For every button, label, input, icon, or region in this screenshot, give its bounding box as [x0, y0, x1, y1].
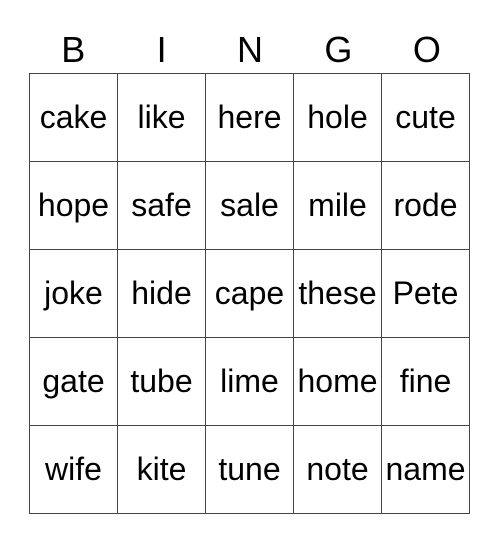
- bingo-cell[interactable]: wife: [29, 425, 118, 514]
- cell-word: safe: [131, 187, 192, 223]
- cell-word: these: [298, 275, 377, 311]
- bingo-grid: cake like here hole cute hope safe sale mile rode…: [29, 73, 470, 514]
- header-letter: G: [324, 29, 353, 70]
- cell-word: Pete: [392, 275, 459, 311]
- bingo-cell[interactable]: home: [293, 337, 382, 426]
- cell-word: kite: [136, 451, 187, 487]
- cell-word: joke: [44, 275, 103, 311]
- grid-row: joke hide cape these Pete: [29, 249, 470, 338]
- bingo-cell[interactable]: hope: [29, 161, 118, 250]
- cell-word: tune: [218, 451, 281, 487]
- bingo-cell[interactable]: fine: [381, 337, 470, 426]
- bingo-cell[interactable]: tube: [117, 337, 206, 426]
- cell-word: gate: [42, 363, 105, 399]
- grid-row: cake like here hole cute: [29, 73, 470, 162]
- bingo-cell[interactable]: lime: [205, 337, 294, 426]
- header-letter: I: [156, 29, 167, 70]
- cell-word: cape: [214, 275, 285, 311]
- cell-word: mile: [308, 187, 367, 223]
- bingo-cell[interactable]: mile: [293, 161, 382, 250]
- cell-word: cake: [39, 99, 108, 135]
- bingo-cell[interactable]: kite: [117, 425, 206, 514]
- cell-word: wife: [45, 451, 102, 487]
- bingo-cell[interactable]: these: [293, 249, 382, 338]
- grid-row: hope safe sale mile rode: [29, 161, 470, 250]
- bingo-cell[interactable]: tune: [205, 425, 294, 514]
- bingo-cell[interactable]: note: [293, 425, 382, 514]
- cell-word: like: [137, 99, 186, 135]
- bingo-cell[interactable]: Pete: [381, 249, 470, 338]
- bingo-cell[interactable]: cape: [205, 249, 294, 338]
- cell-word: tube: [130, 363, 193, 399]
- header-letter: B: [61, 29, 86, 70]
- cell-word: lime: [220, 363, 279, 399]
- bingo-cell[interactable]: safe: [117, 161, 206, 250]
- bingo-cell[interactable]: hole: [293, 73, 382, 162]
- cell-word: note: [306, 451, 369, 487]
- cell-word: sale: [220, 187, 279, 223]
- cell-word: hole: [307, 99, 368, 135]
- grid-row: wife kite tune note name: [29, 425, 470, 514]
- cell-word: hope: [37, 187, 110, 223]
- cell-word: home: [297, 363, 378, 399]
- cell-word: rode: [393, 187, 458, 223]
- header-letter: O: [412, 29, 441, 70]
- bingo-cell[interactable]: hide: [117, 249, 206, 338]
- grid-row: gate tube lime home fine: [29, 337, 470, 426]
- bingo-cell[interactable]: rode: [381, 161, 470, 250]
- bingo-cell[interactable]: cake: [29, 73, 118, 162]
- bingo-cell[interactable]: name: [381, 425, 470, 514]
- bingo-cell[interactable]: cute: [381, 73, 470, 162]
- bingo-header: B I N G O: [29, 28, 471, 72]
- cell-word: hide: [131, 275, 192, 311]
- bingo-cell[interactable]: gate: [29, 337, 118, 426]
- cell-word: name: [385, 451, 466, 487]
- bingo-cell[interactable]: sale: [205, 161, 294, 250]
- cell-word: here: [217, 99, 282, 135]
- bingo-cell[interactable]: like: [117, 73, 206, 162]
- header-letter: N: [237, 29, 264, 70]
- cell-word: cute: [395, 99, 456, 135]
- cell-word: fine: [399, 363, 452, 399]
- bingo-cell[interactable]: joke: [29, 249, 118, 338]
- bingo-cell[interactable]: here: [205, 73, 294, 162]
